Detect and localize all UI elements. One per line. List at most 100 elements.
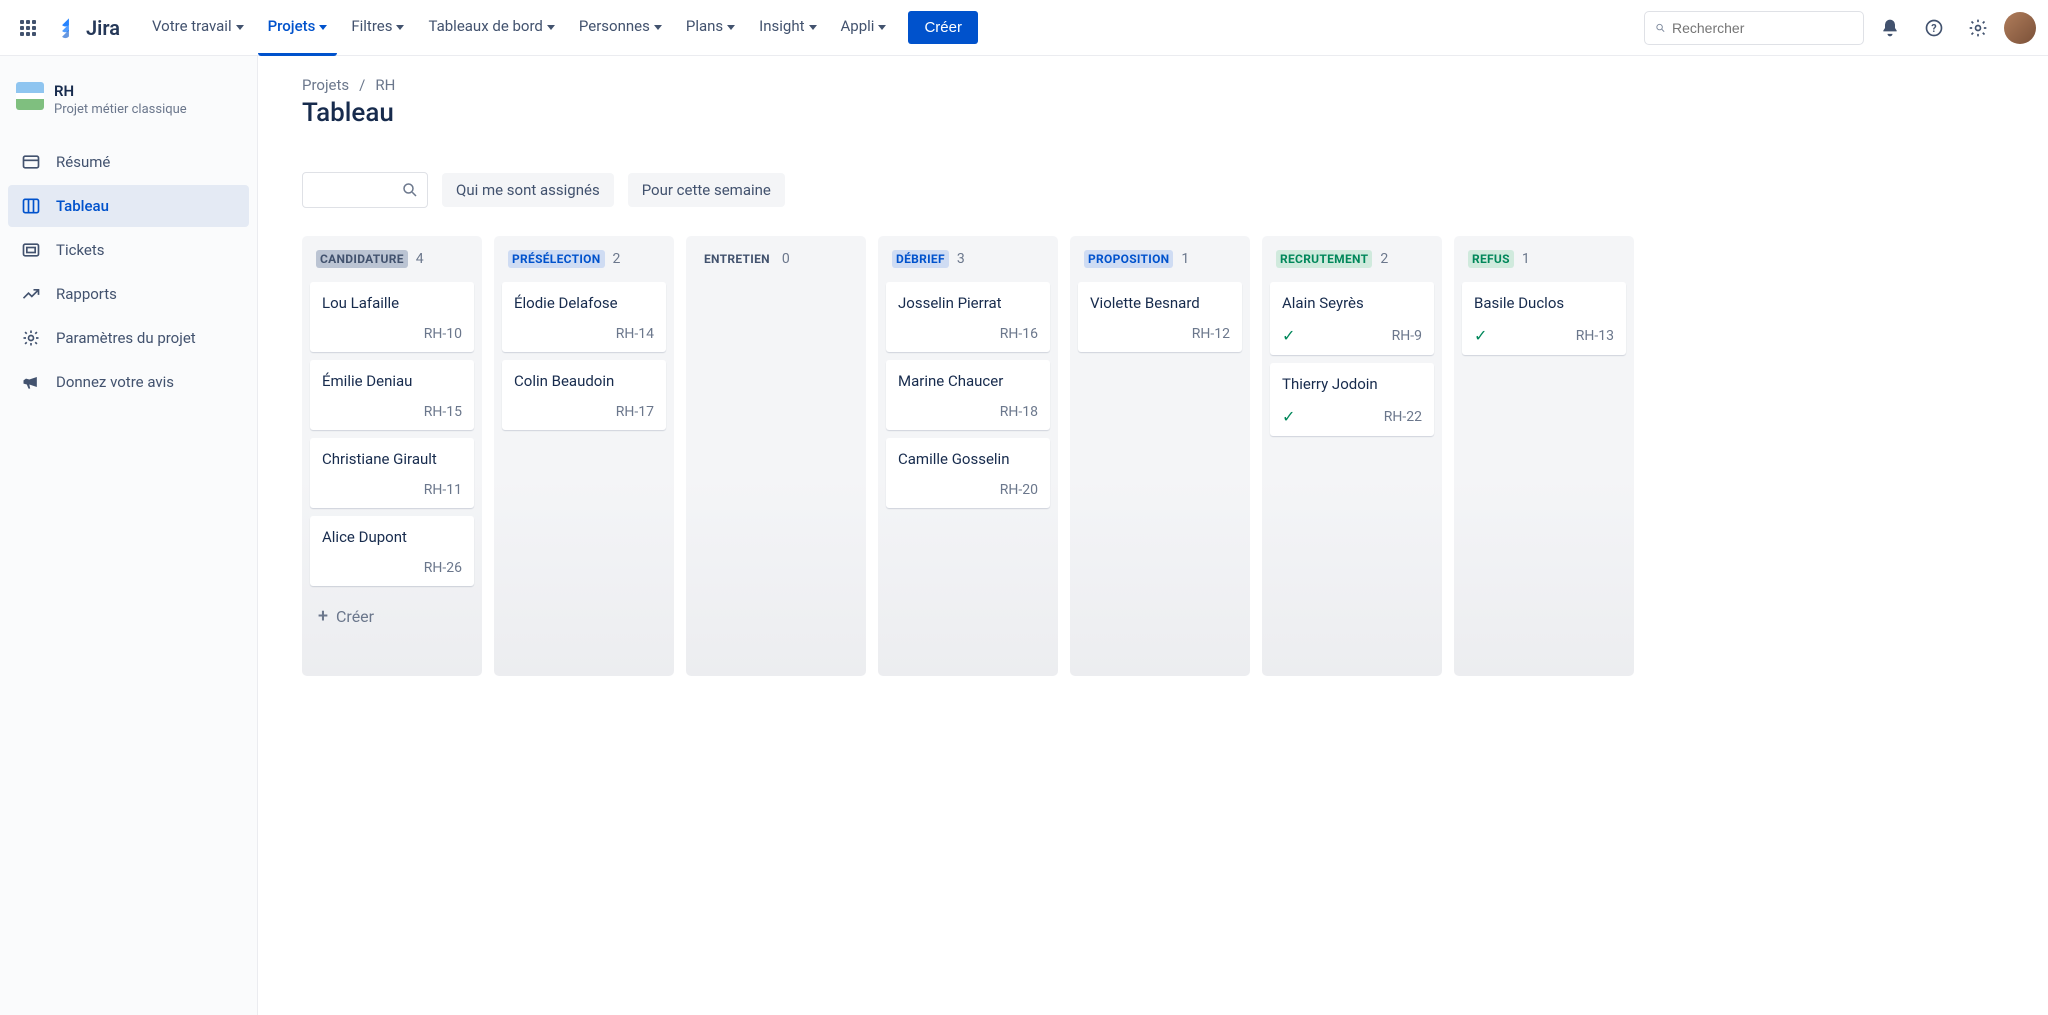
card-key: RH-26: [322, 560, 462, 576]
column-header[interactable]: REFUS1: [1462, 250, 1626, 274]
column-header[interactable]: ENTRETIEN0: [694, 250, 858, 274]
card-footer: RH-15: [322, 404, 462, 420]
card-footer: RH-16: [898, 326, 1038, 342]
chevron-down-icon: [809, 25, 817, 30]
sidebar-item-tickets[interactable]: Tickets: [8, 229, 249, 271]
create-card-button[interactable]: + Créer: [310, 596, 474, 637]
card-title: Camille Gosselin: [898, 450, 1038, 468]
sidebar-item-label: Paramètres du projet: [56, 329, 196, 347]
nav-projects[interactable]: Projets: [258, 0, 338, 56]
nav-insight[interactable]: Insight: [749, 0, 826, 56]
bell-icon: [1880, 18, 1900, 38]
column-title: DÉBRIEF: [892, 250, 949, 268]
board-search[interactable]: [302, 172, 428, 208]
column-header[interactable]: PROPOSITION1: [1078, 250, 1242, 274]
nav-people[interactable]: Personnes: [569, 0, 672, 56]
top-nav: Jira Votre travail Projets Filtres Table…: [0, 0, 2048, 56]
board-card[interactable]: Élodie Delafose RH-14: [502, 282, 666, 352]
board-card[interactable]: Lou LafailleRH-10: [310, 282, 474, 352]
column-header[interactable]: RECRUTEMENT2: [1270, 250, 1434, 274]
project-type: Projet métier classique: [54, 102, 187, 117]
card-title: Marine Chaucer: [898, 372, 1038, 390]
board-column: REFUS1 Basile Duclos✓RH-13: [1454, 236, 1634, 676]
create-label: Créer: [336, 607, 374, 626]
project-header[interactable]: RH Projet métier classique: [8, 76, 249, 135]
card-key: RH-17: [514, 404, 654, 420]
board-card[interactable]: Marine Chaucer RH-18: [886, 360, 1050, 430]
board-column: DÉBRIEF3 Josselin Pierrat RH-16 Marine Chau…: [878, 236, 1058, 676]
card-key: RH-14: [514, 326, 654, 342]
column-header[interactable]: DÉBRIEF3: [886, 250, 1050, 274]
sidebar-item-feedback[interactable]: Donnez votre avis: [8, 361, 249, 403]
column-count: 0: [782, 251, 790, 267]
sidebar-item-board[interactable]: Tableau: [8, 185, 249, 227]
nav-your-work[interactable]: Votre travail: [142, 0, 254, 56]
done-check-icon: ✓: [1282, 326, 1295, 345]
plus-icon: +: [318, 606, 328, 627]
card-title: Alain Seyrès: [1282, 294, 1422, 312]
chart-icon: [20, 283, 42, 305]
jira-icon: [58, 17, 80, 39]
card-footer: ✓RH-9: [1282, 326, 1422, 345]
apps-icon: [20, 20, 36, 36]
help-button[interactable]: ?: [1916, 10, 1952, 46]
global-search[interactable]: [1644, 11, 1864, 45]
board-card[interactable]: Christiane GiraultRH-11: [310, 438, 474, 508]
filter-this-week[interactable]: Pour cette semaine: [628, 173, 785, 207]
board: CANDIDATURE4 Lou LafailleRH-10 Émilie Deni…: [302, 236, 2018, 676]
chevron-down-icon: [654, 25, 662, 30]
board-column: PRÉSÉLECTION2 Élodie Delafose RH-14 Colin B…: [494, 236, 674, 676]
column-header[interactable]: PRÉSÉLECTION2: [502, 250, 666, 274]
board-card[interactable]: Émilie DeniauRH-15: [310, 360, 474, 430]
board-card[interactable]: Camille Gosselin RH-20: [886, 438, 1050, 508]
nav-dashboards[interactable]: Tableaux de bord: [418, 0, 564, 56]
breadcrumb-leaf: RH: [375, 76, 395, 94]
card-title: Thierry Jodoin: [1282, 375, 1422, 393]
board-card[interactable]: Thierry Jodoin✓RH-22: [1270, 363, 1434, 436]
nav-label: Votre travail: [152, 17, 232, 35]
sidebar-item-reports[interactable]: Rapports: [8, 273, 249, 315]
filter-assigned-to-me[interactable]: Qui me sont assignés: [442, 173, 614, 207]
column-count: 1: [1181, 251, 1189, 267]
user-avatar[interactable]: [2004, 12, 2036, 44]
column-count: 2: [1380, 251, 1388, 267]
jira-logo[interactable]: Jira: [48, 12, 130, 44]
sidebar-item-settings[interactable]: Paramètres du projet: [8, 317, 249, 359]
card-title: Élodie Delafose: [514, 294, 654, 312]
card-footer: RH-20: [898, 482, 1038, 498]
nav-label: Filtres: [351, 17, 392, 35]
nav-label: Projets: [268, 17, 316, 35]
nav-label: Plans: [686, 17, 723, 35]
card-key: RH-11: [322, 482, 462, 498]
board-card[interactable]: Violette BesnardRH-12: [1078, 282, 1242, 352]
card-footer: RH-18: [898, 404, 1038, 420]
project-name: RH: [54, 82, 187, 100]
nav-filters[interactable]: Filtres: [341, 0, 414, 56]
card-key: RH-18: [898, 404, 1038, 420]
sidebar-item-summary[interactable]: Résumé: [8, 141, 249, 183]
card-title: Josselin Pierrat: [898, 294, 1038, 312]
app-switcher[interactable]: [12, 12, 44, 44]
board-card[interactable]: Josselin Pierrat RH-16: [886, 282, 1050, 352]
nav-apps[interactable]: Appli: [831, 0, 897, 56]
nav-label: Personnes: [579, 17, 650, 35]
column-header[interactable]: CANDIDATURE4: [310, 250, 474, 274]
card-title: Alice Dupont: [322, 528, 462, 546]
board-card[interactable]: Alain Seyrès ✓RH-9: [1270, 282, 1434, 355]
settings-button[interactable]: [1960, 10, 1996, 46]
board-card[interactable]: Alice Dupont RH-26: [310, 516, 474, 586]
nav-plans[interactable]: Plans: [676, 0, 745, 56]
board-card[interactable]: Basile Duclos✓RH-13: [1462, 282, 1626, 355]
notifications-button[interactable]: [1872, 10, 1908, 46]
create-button[interactable]: Créer: [908, 11, 978, 44]
breadcrumb-root[interactable]: Projets: [302, 76, 349, 94]
column-count: 1: [1522, 251, 1530, 267]
page-title: Tableau: [302, 98, 2018, 128]
card-footer: RH-26: [322, 560, 462, 576]
breadcrumb: Projets / RH: [302, 76, 2018, 94]
done-check-icon: ✓: [1474, 326, 1487, 345]
board-card[interactable]: Colin BeaudoinRH-17: [502, 360, 666, 430]
search-input[interactable]: [1672, 20, 1853, 36]
column-count: 2: [613, 251, 621, 267]
sidebar-item-label: Rapports: [56, 285, 117, 303]
